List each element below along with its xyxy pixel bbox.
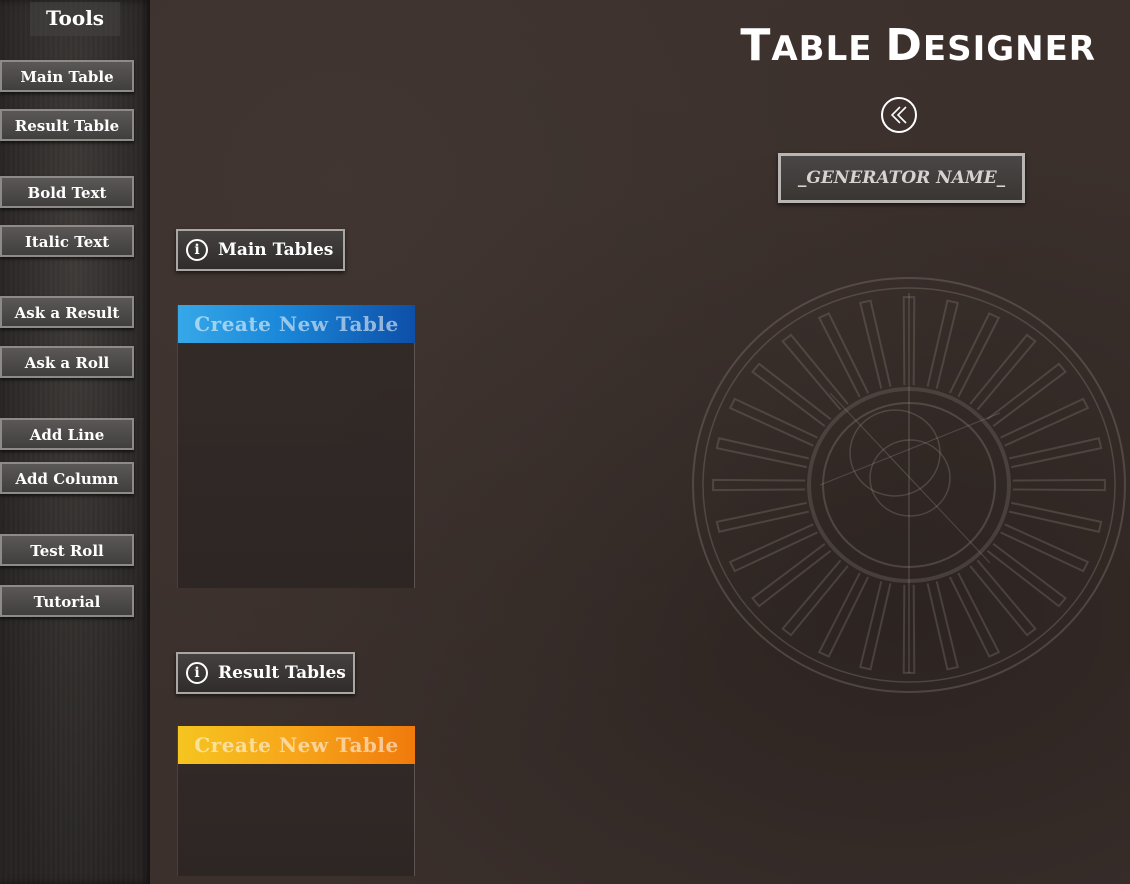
main-table-button[interactable]: Main Table <box>0 60 134 92</box>
compass-spoke <box>969 559 1037 637</box>
compass-spoke <box>712 478 806 492</box>
compass-spoke <box>751 542 832 608</box>
title-initial-t: T <box>740 20 772 71</box>
compass-spoke <box>817 312 870 398</box>
compass-spoke <box>1000 523 1090 573</box>
compass-spoke <box>986 542 1067 608</box>
compass-spoke <box>715 437 809 469</box>
compass-spoke <box>969 333 1037 411</box>
tools-sidebar: Tools Main Table Result Table Bold Text … <box>0 0 150 884</box>
generator-name-field[interactable]: _GENERATOR NAME_ <box>778 153 1025 203</box>
test-roll-button[interactable]: Test Roll <box>0 534 134 566</box>
compass-spoke <box>1009 501 1103 533</box>
ask-a-roll-button[interactable]: Ask a Roll <box>0 346 134 378</box>
compass-spoke <box>728 397 818 447</box>
info-icon[interactable]: i <box>186 662 208 684</box>
add-line-button[interactable]: Add Line <box>0 418 134 450</box>
double-chevron-left-icon <box>890 106 907 124</box>
compass-spoke <box>817 572 870 658</box>
compass-spoke <box>948 572 1001 658</box>
result-tables-label: Result Tables <box>218 663 346 683</box>
compass-spoke <box>859 299 892 389</box>
main-tables-header[interactable]: i Main Tables <box>176 229 345 271</box>
compass-spoke <box>859 581 892 671</box>
bold-text-button[interactable]: Bold Text <box>0 176 134 208</box>
main-tables-panel: Create New Table <box>177 305 415 588</box>
compass-spoke <box>1009 437 1103 469</box>
title-rest-esigner: ESIGNER <box>922 29 1096 69</box>
compass-spoke <box>1012 478 1106 492</box>
compass-spoke <box>926 299 959 389</box>
compass-rose-icon <box>692 277 1126 693</box>
compass-spoke <box>926 581 959 671</box>
main-tables-label: Main Tables <box>218 240 334 260</box>
compass-spoke <box>948 312 1001 398</box>
title-initial-d: D <box>885 20 923 71</box>
compass-spoke <box>751 362 832 428</box>
italic-text-button[interactable]: Italic Text <box>0 225 134 257</box>
create-new-main-table-button[interactable]: Create New Table <box>178 305 415 343</box>
back-button[interactable] <box>881 97 917 133</box>
result-table-button[interactable]: Result Table <box>0 109 134 141</box>
compass-spoke <box>1000 397 1090 447</box>
compass-spoke <box>781 559 849 637</box>
compass-spoke <box>781 333 849 411</box>
title-rest-able: ABLE <box>771 29 886 69</box>
app-root: Tools Main Table Result Table Bold Text … <box>0 0 1130 884</box>
compass-spoke <box>986 362 1067 428</box>
app-title: TABLE DESIGNER <box>740 20 1096 71</box>
add-column-button[interactable]: Add Column <box>0 462 134 494</box>
create-new-result-table-button[interactable]: Create New Table <box>178 726 415 764</box>
compass-spoke <box>715 501 809 533</box>
tools-title: Tools <box>30 2 120 36</box>
info-icon[interactable]: i <box>186 239 208 261</box>
result-tables-header[interactable]: i Result Tables <box>176 652 355 694</box>
result-tables-panel: Create New Table <box>177 726 415 876</box>
compass-spoke <box>728 523 818 573</box>
tutorial-button[interactable]: Tutorial <box>0 585 134 617</box>
ask-a-result-button[interactable]: Ask a Result <box>0 296 134 328</box>
